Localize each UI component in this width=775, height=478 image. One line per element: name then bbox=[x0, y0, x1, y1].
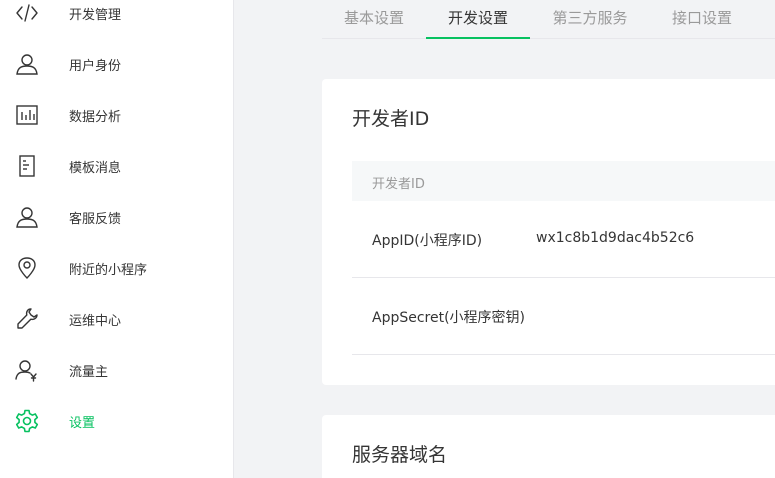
sidebar-item-customer-feedback[interactable]: 客服反馈 bbox=[0, 197, 233, 237]
tab-api-settings[interactable]: 接口设置 bbox=[670, 0, 734, 39]
sidebar-item-template-message[interactable]: 模板消息 bbox=[0, 146, 233, 186]
code-icon bbox=[14, 0, 40, 26]
tab-third-party[interactable]: 第三方服务 bbox=[550, 0, 630, 39]
card-title: 开发者ID bbox=[352, 108, 430, 130]
tab-bar: 基本设置 开发设置 第三方服务 接口设置 bbox=[322, 0, 775, 39]
sidebar-item-label: 数据分析 bbox=[69, 109, 122, 125]
document-icon bbox=[14, 153, 40, 179]
sidebar-item-traffic-owner[interactable]: 流量主 bbox=[0, 350, 233, 390]
main-content: 基本设置 开发设置 第三方服务 接口设置 开发者ID 开发者ID AppID(小… bbox=[234, 0, 775, 478]
user-feedback-icon bbox=[14, 204, 40, 230]
user-icon bbox=[14, 51, 40, 77]
appid-value: wx1c8b1d9dac4b52c6 bbox=[536, 230, 695, 246]
wrench-icon bbox=[14, 306, 40, 332]
tab-basic-settings[interactable]: 基本设置 bbox=[342, 0, 406, 39]
table-row-appsecret: AppSecret(小程序密钥) bbox=[352, 278, 775, 355]
location-pin-icon bbox=[14, 255, 40, 281]
developer-id-card: 开发者ID 开发者ID AppID(小程序ID) wx1c8b1d9dac4b5… bbox=[322, 79, 775, 385]
server-domain-card: 服务器域名 bbox=[322, 415, 775, 478]
sidebar-item-nearby-miniprogram[interactable]: 附近的小程序 bbox=[0, 248, 233, 288]
table-header-label: 开发者ID bbox=[372, 177, 425, 192]
card-title: 服务器域名 bbox=[352, 444, 448, 466]
sidebar-item-label: 附近的小程序 bbox=[69, 262, 148, 278]
appid-label: AppID(小程序ID) bbox=[372, 233, 483, 249]
sidebar-item-label: 设置 bbox=[69, 415, 96, 431]
sidebar-item-settings[interactable]: 设置 bbox=[0, 401, 233, 441]
sidebar-item-data-analysis[interactable]: 数据分析 bbox=[0, 95, 233, 135]
sidebar-item-label: 用户身份 bbox=[69, 58, 122, 74]
table-row-appid: AppID(小程序ID) wx1c8b1d9dac4b52c6 bbox=[352, 201, 775, 278]
chart-icon bbox=[14, 102, 40, 128]
table-header: 开发者ID bbox=[352, 161, 775, 201]
gear-icon bbox=[14, 408, 40, 434]
sidebar-item-ops-center[interactable]: 运维中心 bbox=[0, 299, 233, 339]
sidebar-item-dev-management[interactable]: 开发管理 bbox=[0, 0, 233, 33]
user-yuan-icon bbox=[14, 357, 40, 383]
sidebar-item-label: 客服反馈 bbox=[69, 211, 122, 227]
sidebar-item-label: 模板消息 bbox=[69, 160, 122, 176]
sidebar-item-user-identity[interactable]: 用户身份 bbox=[0, 44, 233, 84]
sidebar-item-label: 运维中心 bbox=[69, 313, 122, 329]
appsecret-label: AppSecret(小程序密钥) bbox=[372, 310, 526, 326]
sidebar-item-label: 流量主 bbox=[69, 364, 109, 380]
sidebar: 开发管理 用户身份 数据分析 模板消息 客服反馈 附近的小程序 运维中心 流量主… bbox=[0, 0, 234, 478]
sidebar-item-label: 开发管理 bbox=[69, 7, 122, 23]
tab-dev-settings[interactable]: 开发设置 bbox=[426, 0, 530, 39]
